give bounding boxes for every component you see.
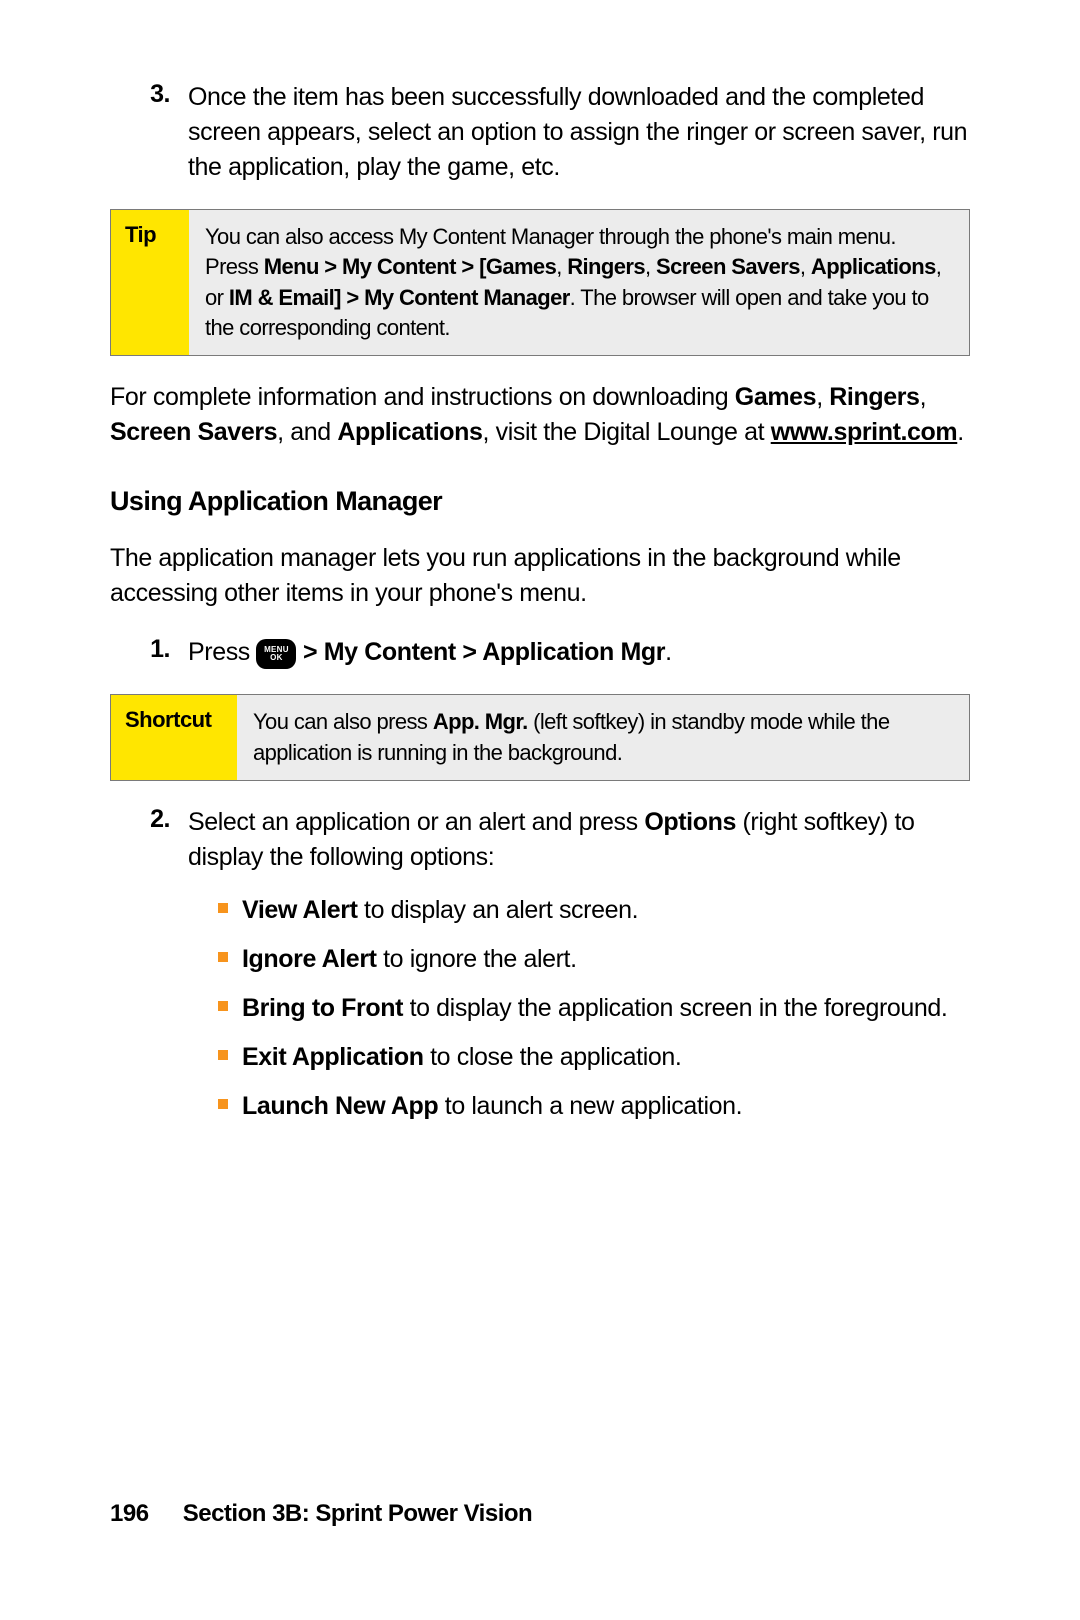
p1-t3: , <box>920 383 927 411</box>
paragraph-lounge: For complete information and instruction… <box>110 380 970 450</box>
p1-b2: Ringers <box>829 383 919 411</box>
menu-key-bot: OK <box>270 654 283 662</box>
p1-t4: , and <box>277 418 337 446</box>
step-number: 1. <box>110 635 188 670</box>
tip-t3: , <box>645 254 656 279</box>
s1b-b1: > My Content > Application Mgr <box>296 638 665 666</box>
sc-b1: App. Mgr. <box>433 709 528 734</box>
square-bullet-icon <box>218 903 228 913</box>
list-item: Bring to Front to display the applicatio… <box>188 991 970 1026</box>
page-content: 3. Once the item has been successfully d… <box>0 0 1080 1138</box>
option-text: Bring to Front to display the applicatio… <box>242 991 947 1026</box>
option-text: View Alert to display an alert screen. <box>242 893 638 928</box>
option-text: Launch New App to launch a new applicati… <box>242 1089 742 1124</box>
opt-b: Exit Application <box>242 1043 424 1071</box>
opt-t: to display an alert screen. <box>358 896 639 924</box>
heading-app-manager: Using Application Manager <box>110 486 970 517</box>
shortcut-text: You can also press App. Mgr. (left softk… <box>237 695 969 780</box>
step-number: 3. <box>110 80 188 185</box>
tip-b1: Menu > My Content > [Games <box>264 254 556 279</box>
p1-t1: For complete information and instruction… <box>110 383 735 411</box>
option-text: Exit Application to close the applicatio… <box>242 1040 681 1075</box>
shortcut-label: Shortcut <box>111 695 237 780</box>
page-footer: 196 Section 3B: Sprint Power Vision <box>110 1500 532 1528</box>
step-number: 2. <box>110 805 188 1138</box>
p1-b1: Games <box>735 383 816 411</box>
square-bullet-icon <box>218 1050 228 1060</box>
tip-text: You can also access My Content Manager t… <box>189 210 969 355</box>
step-text: Press MENUOK > My Content > Application … <box>188 635 672 670</box>
opt-t: to display the application screen in the… <box>403 994 947 1022</box>
opt-b: Launch New App <box>242 1092 438 1120</box>
list-item: Ignore Alert to ignore the alert. <box>188 942 970 977</box>
s1b-t2: . <box>665 638 672 666</box>
options-list: View Alert to display an alert screen. I… <box>188 893 970 1124</box>
square-bullet-icon <box>218 952 228 962</box>
opt-b: View Alert <box>242 896 358 924</box>
p1-b3: Screen Savers <box>110 418 277 446</box>
opt-b: Ignore Alert <box>242 945 377 973</box>
opt-t: to launch a new application. <box>438 1092 742 1120</box>
tip-label: Tip <box>111 210 189 355</box>
step-text: Select an application or an alert and pr… <box>188 805 970 1138</box>
opt-t: to close the application. <box>424 1043 682 1071</box>
paragraph-app-manager: The application manager lets you run app… <box>110 541 970 611</box>
p1-t5: , visit the Digital Lounge at <box>483 418 771 446</box>
list-item: Exit Application to close the applicatio… <box>188 1040 970 1075</box>
square-bullet-icon <box>218 1001 228 1011</box>
menu-ok-key-icon: MENUOK <box>256 639 296 669</box>
tip-callout: Tip You can also access My Content Manag… <box>110 209 970 356</box>
s2b-b1: Options <box>644 808 736 836</box>
section-title: Section 3B: Sprint Power Vision <box>183 1500 532 1527</box>
shortcut-callout: Shortcut You can also press App. Mgr. (l… <box>110 694 970 781</box>
tip-b2: Ringers <box>567 254 645 279</box>
list-item: View Alert to display an alert screen. <box>188 893 970 928</box>
step-2b: 2. Select an application or an alert and… <box>110 805 970 1138</box>
step-3: 3. Once the item has been successfully d… <box>110 80 970 185</box>
sprint-url[interactable]: www.sprint.com <box>771 418 958 446</box>
p1-t2: , <box>816 383 829 411</box>
page-number: 196 <box>110 1500 149 1527</box>
tip-t4: , <box>800 254 811 279</box>
s2b-t1: Select an application or an alert and pr… <box>188 808 644 836</box>
p1-t6: . <box>957 418 964 446</box>
tip-b4: Applications <box>811 254 936 279</box>
opt-b: Bring to Front <box>242 994 403 1022</box>
square-bullet-icon <box>218 1099 228 1109</box>
opt-t: to ignore the alert. <box>377 945 577 973</box>
option-text: Ignore Alert to ignore the alert. <box>242 942 577 977</box>
ordered-list-step2: 2. Select an application or an alert and… <box>110 805 970 1138</box>
step-text: Once the item has been successfully down… <box>188 80 970 185</box>
tip-b5: IM & Email] > My Content Manager <box>229 285 570 310</box>
p1-b4: Applications <box>337 418 482 446</box>
sc-t1: You can also press <box>253 709 433 734</box>
tip-b3: Screen Savers <box>656 254 800 279</box>
tip-t2: , <box>556 254 567 279</box>
step-1b: 1. Press MENUOK > My Content > Applicati… <box>110 635 970 670</box>
list-item: Launch New App to launch a new applicati… <box>188 1089 970 1124</box>
s1b-t1: Press <box>188 638 256 666</box>
ordered-list-appmgr: 1. Press MENUOK > My Content > Applicati… <box>110 635 970 670</box>
ordered-list-top: 3. Once the item has been successfully d… <box>110 80 970 185</box>
